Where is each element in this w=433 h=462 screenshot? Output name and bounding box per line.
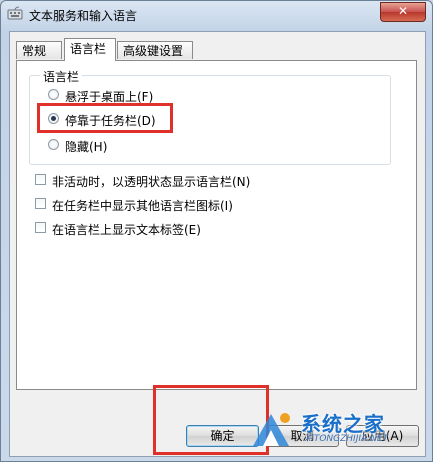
- close-button[interactable]: ✕: [380, 2, 426, 22]
- radio-indicator: [48, 89, 59, 100]
- dialog-window: 文本服务和输入语言 ✕ 常规 语言栏 高级键设置 语言栏 悬浮于桌面上(F) 停…: [0, 0, 433, 462]
- title-bar[interactable]: 文本服务和输入语言 ✕: [1, 1, 432, 27]
- radio-label: 隐藏(H): [65, 140, 108, 154]
- checkbox-label: 在任务栏中显示其他语言栏图标(I): [52, 199, 233, 213]
- checkbox-indicator: [35, 198, 46, 209]
- watermark: 系统之家 XITONGZHIJIA.NET: [249, 406, 433, 456]
- radio-indicator: [48, 139, 59, 150]
- radio-float-on-desktop[interactable]: 悬浮于桌面上(F): [48, 88, 268, 104]
- tab-panel: 语言栏 悬浮于桌面上(F) 停靠于任务栏(D) 隐藏(H) 非活动时，以透明状态…: [16, 60, 417, 390]
- checkbox-indicator: [35, 222, 46, 233]
- tab-general[interactable]: 常规: [16, 41, 62, 59]
- checkbox-label: 非活动时，以透明状态显示语言栏(N): [52, 175, 251, 189]
- tab-advanced-key-settings[interactable]: 高级键设置: [117, 41, 193, 59]
- highlight-box-option: [37, 103, 173, 133]
- radio-hidden[interactable]: 隐藏(H): [48, 138, 268, 154]
- checkbox-indicator: [35, 174, 46, 185]
- window-title: 文本服务和输入语言: [29, 9, 138, 23]
- keyboard-icon: [7, 6, 23, 20]
- tab-language-bar[interactable]: 语言栏: [64, 38, 116, 61]
- watermark-text: 系统之家: [301, 412, 385, 436]
- site-logo-icon: [253, 413, 290, 446]
- close-icon: ✕: [397, 4, 409, 18]
- checkbox-label: 在语言栏上显示文本标签(E): [52, 223, 201, 237]
- watermark-subtext: XITONGZHIJIA.NET: [305, 434, 389, 444]
- group-label: 语言栏: [40, 68, 83, 85]
